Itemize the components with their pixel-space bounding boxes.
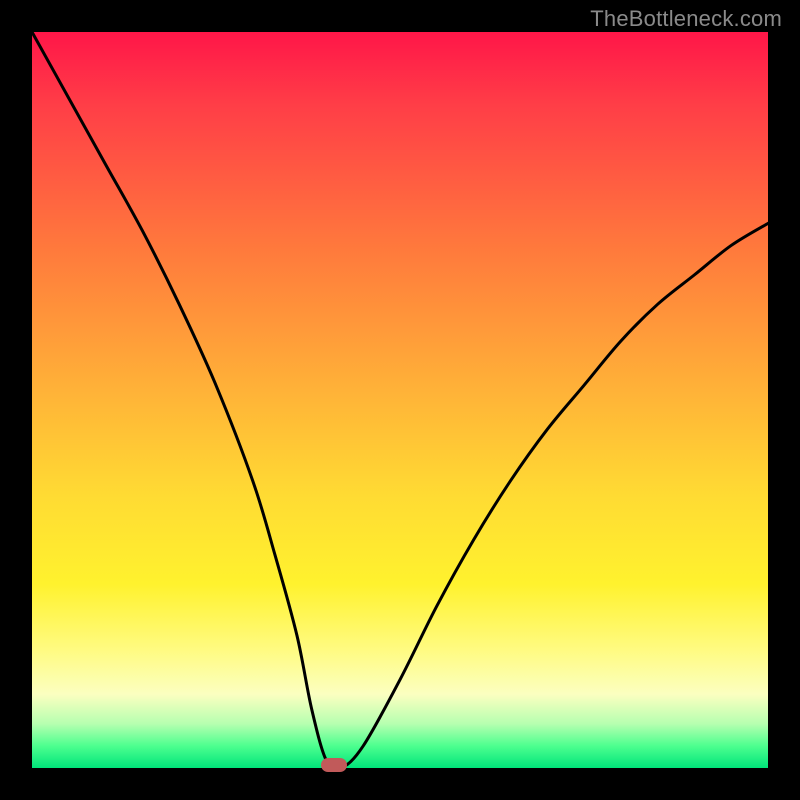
bottleneck-curve — [32, 32, 768, 768]
curve-path — [32, 32, 768, 768]
watermark-text: TheBottleneck.com — [590, 6, 782, 32]
chart-plot-area — [32, 32, 768, 768]
optimal-point-marker — [321, 758, 347, 772]
chart-frame: TheBottleneck.com — [0, 0, 800, 800]
